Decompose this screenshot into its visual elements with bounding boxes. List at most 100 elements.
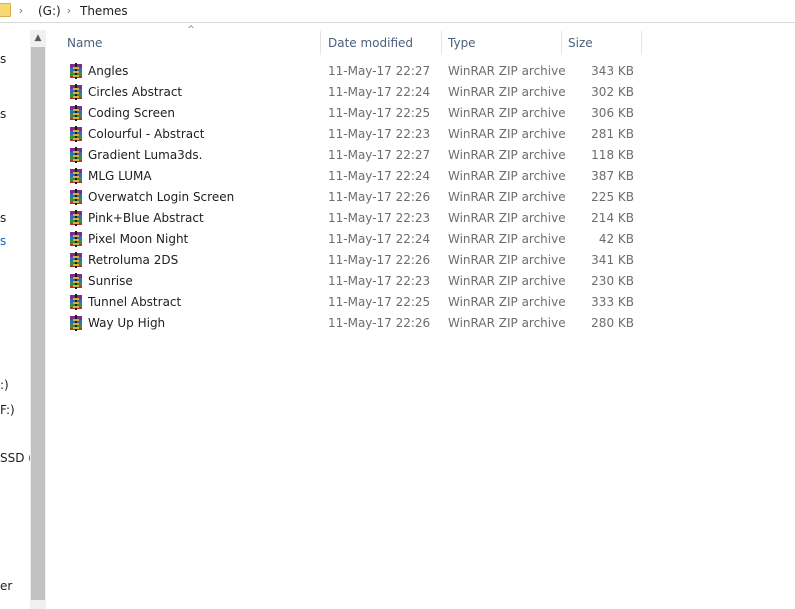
- file-size: 333 KB: [591, 295, 634, 309]
- file-row[interactable]: Circles Abstract 11-May-17 22:24 WinRAR ZI…: [64, 82, 642, 103]
- file-name: Angles: [88, 64, 129, 78]
- file-size: 118 KB: [591, 148, 634, 162]
- file-date-modified: 11-May-17 22:27: [328, 64, 431, 78]
- file-date-modified: 11-May-17 22:24: [328, 85, 431, 99]
- column-header-type[interactable]: Type: [442, 31, 562, 55]
- winrar-archive-icon: [68, 252, 84, 268]
- file-type: WinRAR ZIP archive: [448, 316, 566, 330]
- column-header-size[interactable]: Size: [562, 31, 642, 55]
- file-date-modified: 11-May-17 22:26: [328, 190, 431, 204]
- file-date-modified: 11-May-17 22:23: [328, 274, 431, 288]
- file-type: WinRAR ZIP archive: [448, 64, 566, 78]
- nav-scroll-thumb[interactable]: [31, 47, 45, 600]
- file-name: Sunrise: [88, 274, 133, 288]
- nav-item-selected[interactable]: s: [0, 234, 6, 248]
- winrar-archive-icon: [68, 231, 84, 247]
- file-row[interactable]: Sunrise 11-May-17 22:23 WinRAR ZIP archive…: [64, 271, 642, 292]
- file-size: 343 KB: [591, 64, 634, 78]
- file-name: Circles Abstract: [88, 85, 183, 99]
- nav-item[interactable]: F:): [0, 403, 15, 417]
- file-name: Pixel Moon Night: [88, 232, 189, 246]
- file-size: 302 KB: [591, 85, 634, 99]
- file-size: 230 KB: [591, 274, 634, 288]
- winrar-archive-icon: [68, 294, 84, 310]
- address-bar[interactable]: › (G:) › Themes: [0, 0, 795, 23]
- file-size: 42 KB: [598, 232, 634, 246]
- file-name: Retroluma 2DS: [88, 253, 179, 267]
- file-type: WinRAR ZIP archive: [448, 169, 566, 183]
- file-explorer-window: › (G:) › Themes s s s s :) F:) SSD ( er …: [0, 0, 795, 609]
- file-date-modified: 11-May-17 22:23: [328, 127, 431, 141]
- breadcrumb-themes[interactable]: Themes: [80, 4, 128, 18]
- file-name: Overwatch Login Screen: [88, 190, 235, 204]
- file-row[interactable]: Angles 11-May-17 22:27 WinRAR ZIP archive 3…: [64, 61, 642, 82]
- file-size: 341 KB: [591, 253, 634, 267]
- file-row[interactable]: MLG LUMA 11-May-17 22:24 WinRAR ZIP archiv…: [64, 166, 642, 187]
- file-row[interactable]: Overwatch Login Screen 11-May-17 22:26 Win…: [64, 187, 642, 208]
- navigation-pane: s s s s :) F:) SSD ( er: [0, 23, 30, 609]
- file-type: WinRAR ZIP archive: [448, 106, 566, 120]
- nav-item[interactable]: s: [0, 52, 6, 66]
- chevron-right-icon[interactable]: ›: [64, 4, 74, 18]
- file-type: WinRAR ZIP archive: [448, 85, 566, 99]
- file-date-modified: 11-May-17 22:23: [328, 211, 431, 225]
- file-row[interactable]: Gradient Luma3ds. 11-May-17 22:27 WinRAR Z…: [64, 145, 642, 166]
- file-date-modified: 11-May-17 22:26: [328, 316, 431, 330]
- file-date-modified: 11-May-17 22:25: [328, 295, 431, 309]
- file-type: WinRAR ZIP archive: [448, 253, 566, 267]
- file-date-modified: 11-May-17 22:24: [328, 232, 431, 246]
- breadcrumb-drive[interactable]: (G:): [38, 4, 61, 18]
- file-type: WinRAR ZIP archive: [448, 295, 566, 309]
- winrar-archive-icon: [68, 126, 84, 142]
- winrar-archive-icon: [68, 189, 84, 205]
- nav-item[interactable]: s: [0, 211, 6, 225]
- file-row[interactable]: Pixel Moon Night 11-May-17 22:24 WinRAR ZI…: [64, 229, 642, 250]
- file-size: 306 KB: [591, 106, 634, 120]
- column-header-name[interactable]: Name: [61, 31, 321, 55]
- file-row[interactable]: Way Up High 11-May-17 22:26 WinRAR ZIP arc…: [64, 313, 642, 334]
- file-size: 225 KB: [591, 190, 634, 204]
- file-row[interactable]: Pink+Blue Abstract 11-May-17 22:23 WinRAR …: [64, 208, 642, 229]
- winrar-archive-icon: [68, 84, 84, 100]
- file-date-modified: 11-May-17 22:24: [328, 169, 431, 183]
- file-size: 214 KB: [591, 211, 634, 225]
- file-type: WinRAR ZIP archive: [448, 127, 566, 141]
- winrar-archive-icon: [68, 63, 84, 79]
- nav-item[interactable]: :): [0, 378, 9, 392]
- file-type: WinRAR ZIP archive: [448, 274, 566, 288]
- file-type: WinRAR ZIP archive: [448, 232, 566, 246]
- file-type: WinRAR ZIP archive: [448, 211, 566, 225]
- winrar-archive-icon: [68, 147, 84, 163]
- file-list: ^ Name Date modified Type Size Angles 11-…: [46, 23, 795, 609]
- file-date-modified: 11-May-17 22:26: [328, 253, 431, 267]
- nav-item[interactable]: er: [0, 579, 12, 593]
- file-type: WinRAR ZIP archive: [448, 190, 566, 204]
- file-name: MLG LUMA: [88, 169, 152, 183]
- winrar-archive-icon: [68, 273, 84, 289]
- file-size: 280 KB: [591, 316, 634, 330]
- file-row[interactable]: Tunnel Abstract 11-May-17 22:25 WinRAR ZIP…: [64, 292, 642, 313]
- scroll-up-icon[interactable]: ▲: [30, 30, 46, 47]
- file-date-modified: 11-May-17 22:27: [328, 148, 431, 162]
- chevron-right-icon[interactable]: ›: [16, 4, 26, 18]
- folder-icon: [0, 3, 11, 17]
- file-row[interactable]: Coding Screen 11-May-17 22:25 WinRAR ZIP a…: [64, 103, 642, 124]
- file-date-modified: 11-May-17 22:25: [328, 106, 431, 120]
- winrar-archive-icon: [68, 315, 84, 331]
- file-name: Coding Screen: [88, 106, 175, 120]
- file-size: 281 KB: [591, 127, 634, 141]
- nav-scrollbar[interactable]: ▲: [30, 30, 46, 609]
- file-row[interactable]: Retroluma 2DS 11-May-17 22:26 WinRAR ZIP a…: [64, 250, 642, 271]
- winrar-archive-icon: [68, 168, 84, 184]
- nav-item[interactable]: s: [0, 107, 6, 121]
- column-header-date-modified[interactable]: Date modified: [322, 31, 442, 55]
- file-name: Gradient Luma3ds.: [88, 148, 203, 162]
- winrar-archive-icon: [68, 210, 84, 226]
- file-type: WinRAR ZIP archive: [448, 148, 566, 162]
- nav-item[interactable]: SSD (: [0, 451, 30, 465]
- winrar-archive-icon: [68, 105, 84, 121]
- file-name: Colourful - Abstract: [88, 127, 205, 141]
- file-name: Pink+Blue Abstract: [88, 211, 204, 225]
- file-row[interactable]: Colourful - Abstract 11-May-17 22:23 WinRA…: [64, 124, 642, 145]
- file-name: Tunnel Abstract: [88, 295, 182, 309]
